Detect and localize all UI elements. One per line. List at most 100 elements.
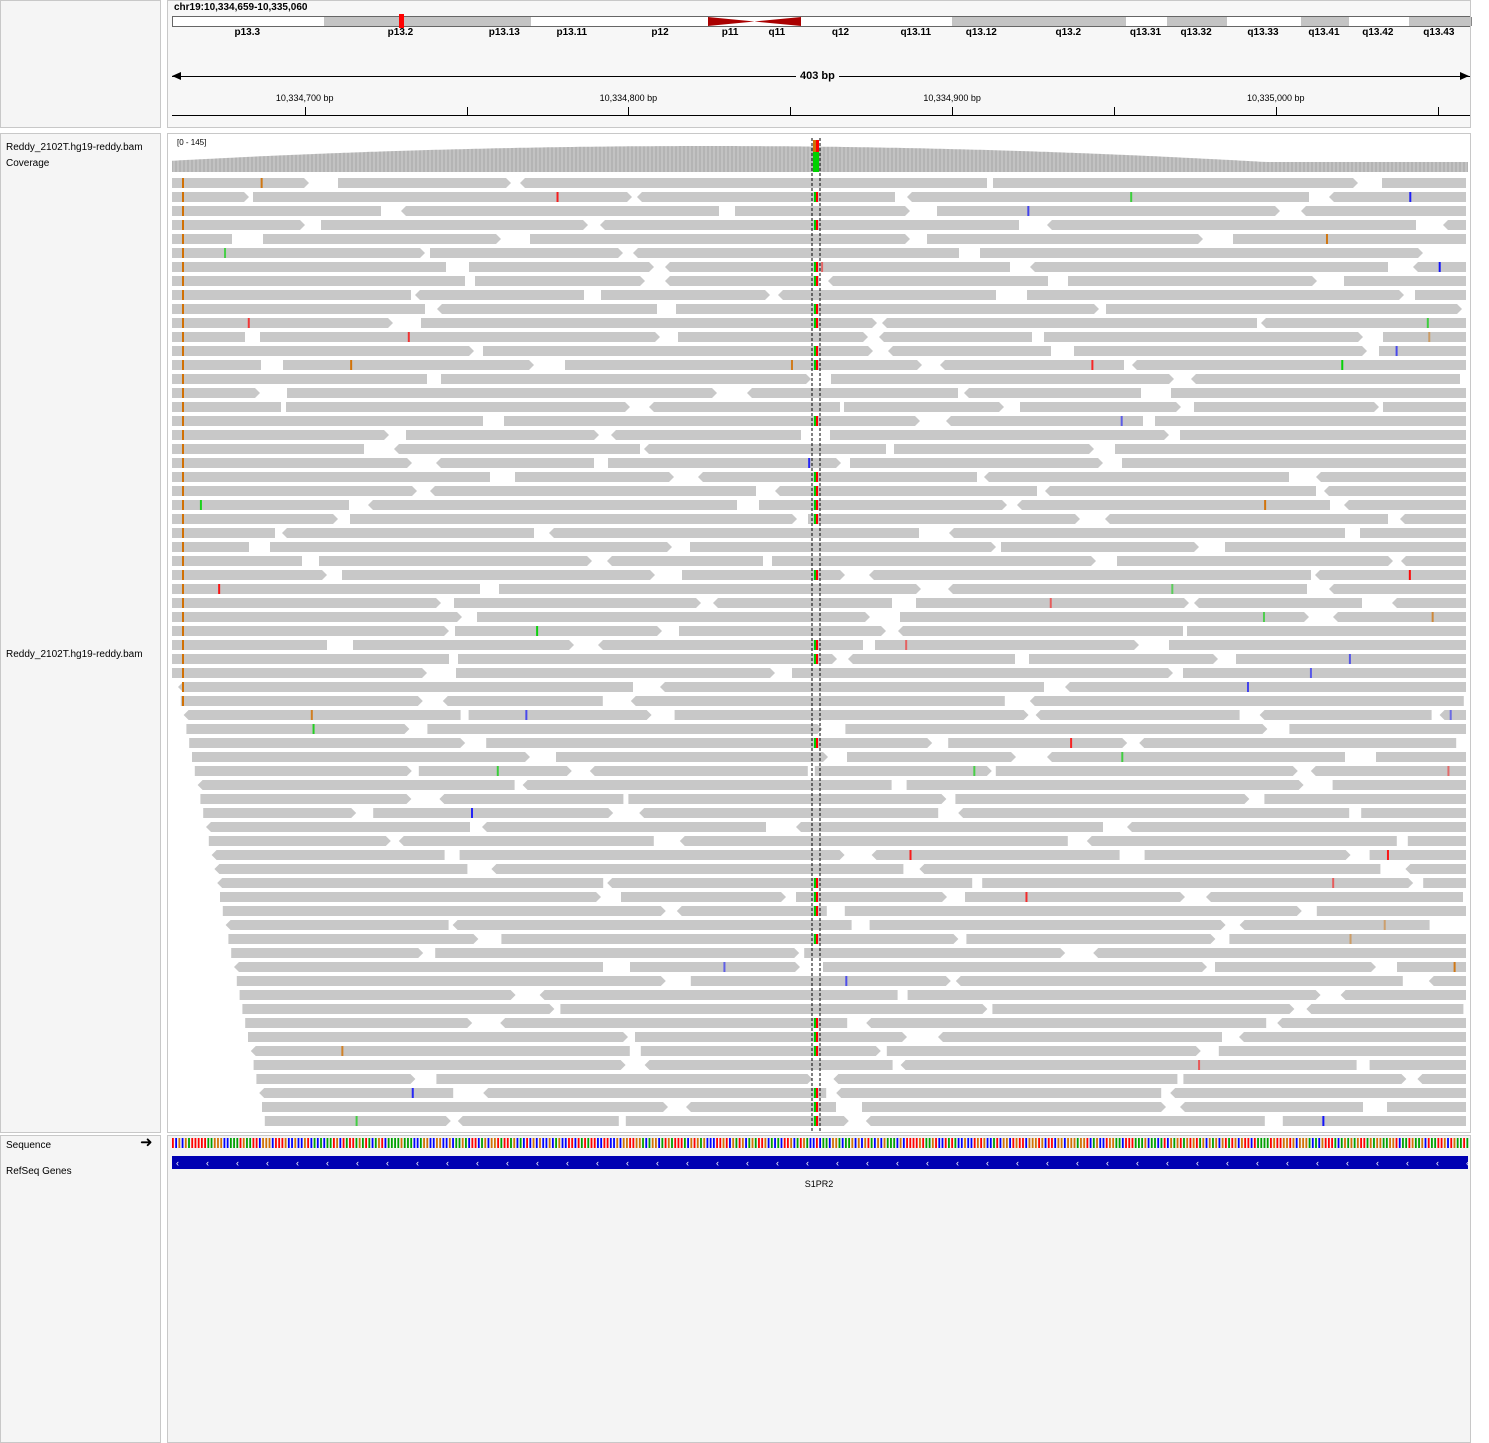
mismatch-base [1453, 962, 1456, 972]
sequence-base [828, 1138, 831, 1148]
mismatch-base [224, 248, 227, 258]
mismatch-base [845, 976, 848, 986]
read [845, 724, 1268, 734]
sequence-base [1427, 1138, 1430, 1148]
ruler-tick-label: 10,335,000 bp [1247, 93, 1305, 103]
sequence-base [867, 1138, 870, 1148]
sequence-base [310, 1138, 313, 1148]
read [1264, 794, 1466, 804]
sequence-base [671, 1138, 673, 1148]
sequence-base [468, 1138, 471, 1148]
refseq-track-name[interactable]: RefSeq Genes [6, 1166, 72, 1177]
read [459, 850, 845, 860]
read [1443, 220, 1466, 230]
read [565, 360, 922, 370]
sequence-base [748, 1138, 751, 1148]
mismatch-base [814, 318, 816, 328]
sequence-base [1366, 1138, 1369, 1148]
mismatch-base [182, 248, 184, 258]
read [172, 262, 446, 272]
sequence-base [1005, 1138, 1008, 1148]
read [676, 304, 1099, 314]
mismatch-base [218, 584, 221, 594]
sequence-base [1270, 1138, 1272, 1148]
read [1316, 906, 1466, 916]
strand-arrow-icon: ‹ [1136, 1158, 1139, 1168]
read [949, 528, 1345, 538]
read [456, 668, 775, 678]
read [1229, 934, 1466, 944]
sequence-base [1002, 1138, 1005, 1148]
read [373, 808, 614, 818]
sequence-base [1102, 1138, 1105, 1148]
mismatch-base [182, 332, 184, 342]
sequence-base [1060, 1138, 1063, 1148]
sequence-base [1418, 1138, 1420, 1148]
read [674, 710, 1029, 720]
mismatch-base [814, 1032, 816, 1042]
sequence-base [809, 1138, 812, 1148]
read [1387, 1102, 1466, 1112]
gene-body [172, 1156, 1468, 1169]
sequence-base [255, 1138, 258, 1148]
read [1206, 892, 1463, 902]
strand-arrow-icon: ‹ [596, 1158, 599, 1168]
sequence-base [783, 1138, 786, 1148]
mismatch-base [1264, 500, 1267, 510]
strand-arrow-icon: ‹ [956, 1158, 959, 1168]
read [635, 1032, 907, 1042]
mismatch-base [816, 360, 818, 370]
read [948, 584, 1307, 594]
read [927, 234, 1203, 244]
sequence-base [1154, 1138, 1156, 1148]
sequence-base [333, 1138, 335, 1148]
sequence-base [184, 1138, 187, 1148]
read [430, 486, 756, 496]
read [522, 780, 892, 790]
sequence-base [242, 1138, 245, 1148]
sequence-base [832, 1138, 834, 1148]
mismatch-base [350, 360, 353, 370]
sequence-base [1392, 1138, 1395, 1148]
sequence-base [1350, 1138, 1353, 1148]
mismatch-base [1349, 934, 1352, 944]
sequence-base [915, 1138, 918, 1148]
read [1047, 220, 1416, 230]
sequence-base [374, 1138, 377, 1148]
alignment-view[interactable]: [0 - 145] [168, 134, 1470, 1132]
mismatch-base [1332, 878, 1335, 888]
read [1233, 234, 1466, 244]
read [342, 570, 655, 580]
sequence-base [1450, 1138, 1453, 1148]
sequence-base [677, 1138, 680, 1148]
mismatch-base [182, 318, 184, 328]
sequence-base [558, 1138, 561, 1148]
ruler[interactable]: 10,334,700 bp 10,334,800 bp 10,334,900 bp 1… [0, 0, 1489, 128]
read [747, 388, 958, 398]
alignment-track-name[interactable]: Reddy_2102T.hg19-reddy.bam [6, 649, 143, 660]
sequence-base [352, 1138, 355, 1148]
right-arrow-icon[interactable]: ➜ [140, 1135, 153, 1150]
mismatch-base [1325, 234, 1328, 244]
feature-view[interactable]: S1PR2 ‹ ‹ ‹ ‹ ‹ ‹ ‹ ‹ ‹ ‹ ‹ ‹ ‹ ‹ ‹ ‹ ‹ ‹ ‹ ‹ ‹ ‹ ‹ ‹ ‹ ‹ ‹ ‹ ‹ ‹ ‹ ‹ ‹ ‹… [168, 1136, 1470, 1442]
sequence-base [951, 1138, 954, 1148]
mismatch-base [182, 640, 184, 650]
gene-label[interactable]: S1PR2 [805, 1179, 834, 1189]
mismatch-base [182, 346, 184, 356]
sequence-base [919, 1138, 921, 1148]
sequence-track-name[interactable]: Sequence [6, 1140, 51, 1151]
read [919, 864, 1381, 874]
sequence-base [1009, 1138, 1011, 1148]
sequence-base [935, 1138, 937, 1148]
read [368, 500, 737, 510]
sequence-base [587, 1138, 590, 1148]
read [172, 612, 462, 622]
sequence-base [268, 1138, 271, 1148]
read [1407, 836, 1466, 846]
mismatch-base [182, 416, 184, 426]
mismatch-base [182, 528, 184, 538]
read [906, 780, 1304, 790]
read [682, 570, 845, 580]
read [172, 206, 381, 216]
coverage-track-name[interactable]: Reddy_2102T.hg19-reddy.bam Coverage [6, 140, 172, 172]
